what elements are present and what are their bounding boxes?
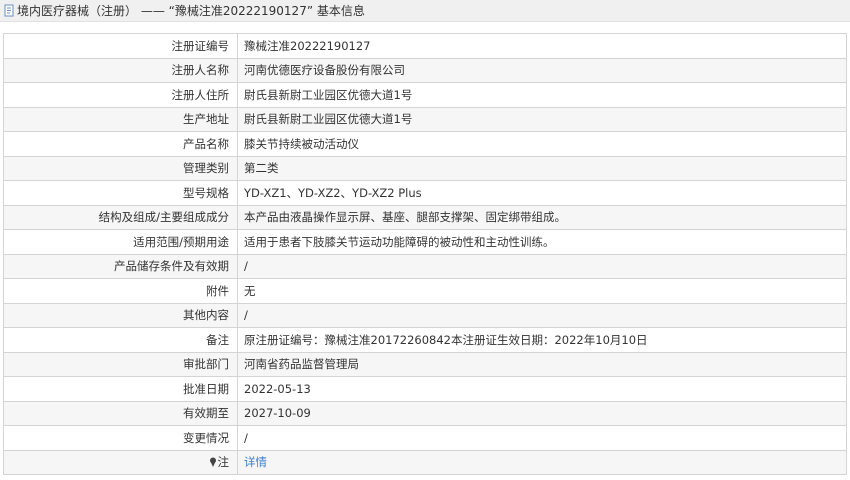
row-value: 尉氏县新尉工业园区优德大道1号 — [237, 82, 847, 108]
row-value: 膝关节持续被动活动仪 — [237, 131, 847, 157]
row-value: 尉氏县新尉工业园区优德大道1号 — [237, 106, 847, 132]
row-label: 批准日期 — [3, 376, 238, 402]
table-row: 有效期至 2027-10-09 — [3, 400, 847, 426]
page-header: 境内医疗器械（注册） —— “豫械注准20222190127” 基本信息 — [0, 0, 850, 22]
row-label: 适用范围/预期用途 — [3, 229, 238, 255]
row-value: 无 — [237, 278, 847, 304]
table-row: 批准日期 2022-05-13 — [3, 376, 847, 402]
row-value: 2022-05-13 — [237, 376, 847, 402]
row-label: 变更情况 — [3, 425, 238, 451]
page-title: 境内医疗器械（注册） —— “豫械注准20222190127” 基本信息 — [17, 4, 365, 18]
pin-icon — [209, 457, 216, 468]
row-label: 型号规格 — [3, 180, 238, 206]
row-label: 备注 — [3, 327, 238, 353]
row-value: 豫械注准20222190127 — [237, 33, 847, 59]
row-label: 管理类别 — [3, 155, 238, 181]
row-value: 2027-10-09 — [237, 400, 847, 426]
table-row: 附件 无 — [3, 278, 847, 304]
row-label: 结构及组成/主要组成成分 — [3, 204, 238, 230]
row-label: 有效期至 — [3, 400, 238, 426]
note-label-cell: 注 — [3, 449, 238, 475]
table-row: 型号规格 YD-XZ1、YD-XZ2、YD-XZ2 Plus — [3, 180, 847, 206]
row-label: 注册人住所 — [3, 82, 238, 108]
table-row: 注册人名称 河南优德医疗设备股份有限公司 — [3, 57, 847, 83]
row-label: 附件 — [3, 278, 238, 304]
row-value: 河南省药品监督管理局 — [237, 351, 847, 377]
row-value: 河南优德医疗设备股份有限公司 — [237, 57, 847, 83]
table-row: 生产地址 尉氏县新尉工业园区优德大道1号 — [3, 106, 847, 132]
row-value: / — [237, 253, 847, 279]
row-value: 详情 — [237, 449, 847, 475]
table-row: 注册证编号 豫械注准20222190127 — [3, 33, 847, 59]
table-row: 适用范围/预期用途 适用于患者下肢膝关节运动功能障碍的被动性和主动性训练。 — [3, 229, 847, 255]
table-row: 注 详情 — [3, 449, 847, 475]
row-value: / — [237, 302, 847, 328]
row-value: 第二类 — [237, 155, 847, 181]
table-row: 其他内容 / — [3, 302, 847, 328]
row-value: 适用于患者下肢膝关节运动功能障碍的被动性和主动性训练。 — [237, 229, 847, 255]
table-row: 审批部门 河南省药品监督管理局 — [3, 351, 847, 377]
table-row: 变更情况 / — [3, 425, 847, 451]
row-label: 注册人名称 — [3, 57, 238, 83]
table-row: 结构及组成/主要组成成分 本产品由液晶操作显示屏、基座、腿部支撑架、固定绑带组成… — [3, 204, 847, 230]
row-label: 产品储存条件及有效期 — [3, 253, 238, 279]
row-label: 注册证编号 — [3, 33, 238, 59]
table-row: 管理类别 第二类 — [3, 155, 847, 181]
table-row: 产品储存条件及有效期 / — [3, 253, 847, 279]
row-value: YD-XZ1、YD-XZ2、YD-XZ2 Plus — [237, 180, 847, 206]
row-value: 本产品由液晶操作显示屏、基座、腿部支撑架、固定绑带组成。 — [237, 204, 847, 230]
row-label: 生产地址 — [3, 106, 238, 132]
table-row: 注册人住所 尉氏县新尉工业园区优德大道1号 — [3, 82, 847, 108]
table-row: 产品名称 膝关节持续被动活动仪 — [3, 131, 847, 157]
table-row: 备注 原注册证编号：豫械注准20172260842本注册证生效日期：2022年1… — [3, 327, 847, 353]
info-table: 注册证编号 豫械注准20222190127 注册人名称 河南优德医疗设备股份有限… — [3, 33, 847, 475]
row-label: 产品名称 — [3, 131, 238, 157]
details-link[interactable]: 详情 — [244, 455, 267, 469]
row-label: 审批部门 — [3, 351, 238, 377]
document-icon — [4, 4, 14, 17]
row-value: 原注册证编号：豫械注准20172260842本注册证生效日期：2022年10月1… — [237, 327, 847, 353]
row-label: 注 — [217, 455, 230, 470]
row-label: 其他内容 — [3, 302, 238, 328]
row-value: / — [237, 425, 847, 451]
